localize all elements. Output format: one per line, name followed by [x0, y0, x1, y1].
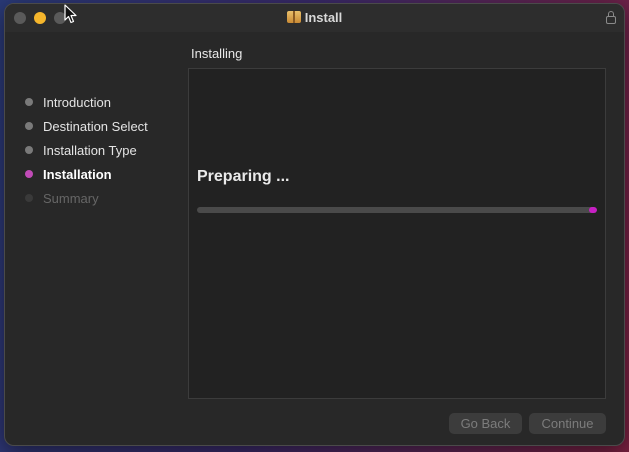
installer-window: Install Installing Introduction Destinat… — [4, 3, 625, 446]
step-dot — [25, 194, 33, 202]
step-dot-active — [25, 170, 33, 178]
step-installation-type: Installation Type — [25, 138, 148, 162]
status-text: Preparing ... — [197, 168, 290, 185]
window-title: Install — [304, 10, 343, 25]
step-destination-select: Destination Select — [25, 114, 148, 138]
page-title: Installing — [191, 46, 243, 61]
progress-fill — [589, 207, 597, 213]
lock-icon[interactable] — [606, 11, 616, 24]
content-panel: Preparing ... — [188, 68, 606, 399]
step-summary: Summary — [25, 186, 148, 210]
step-label: Installation — [43, 166, 112, 182]
step-label: Destination Select — [43, 118, 148, 134]
continue-button[interactable]: Continue — [529, 413, 606, 434]
step-dot — [25, 122, 33, 130]
step-dot — [25, 98, 33, 106]
step-dot — [25, 146, 33, 154]
progress-bar — [197, 207, 597, 213]
step-introduction: Introduction — [25, 90, 148, 114]
step-label: Summary — [43, 190, 99, 206]
title-bar[interactable]: Install — [5, 4, 624, 32]
step-installation: Installation — [25, 162, 148, 186]
mouse-pointer-icon — [64, 4, 77, 24]
step-label: Installation Type — [43, 142, 137, 158]
step-label: Introduction — [43, 94, 111, 110]
package-icon — [286, 11, 301, 23]
steps-list: Introduction Destination Select Installa… — [25, 90, 148, 210]
go-back-button[interactable]: Go Back — [449, 413, 522, 434]
window-title-group: Install — [5, 9, 624, 27]
